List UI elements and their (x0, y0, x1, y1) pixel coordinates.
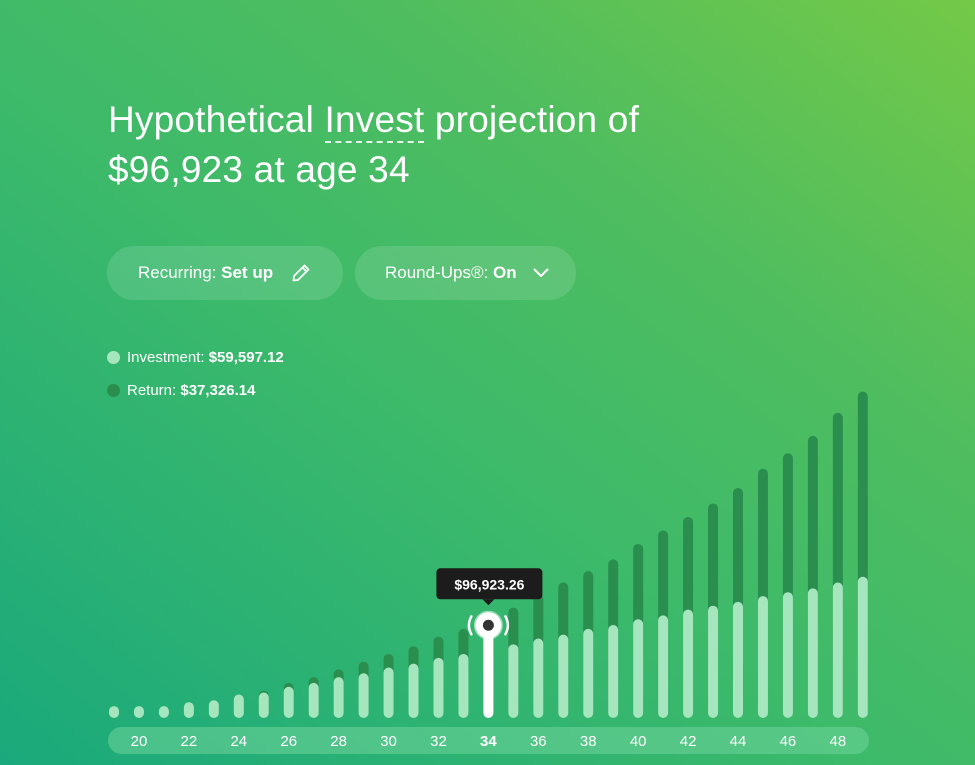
x-tick-label[interactable]: 30 (380, 733, 397, 750)
tooltip-value: $96,923.26 (454, 576, 524, 592)
x-tick-label[interactable]: 38 (580, 733, 597, 750)
selected-marker-dot (482, 619, 494, 631)
x-tick-label[interactable]: 22 (181, 733, 198, 750)
pulse-left-icon (467, 615, 473, 636)
tooltip-arrow (482, 599, 495, 606)
x-tick-label[interactable]: 44 (730, 733, 747, 750)
projection-chart[interactable]: $96,923.26 20 22 24 26 28 30 32 34 36 38 40 42 44 46 48 (0, 0, 975, 765)
x-tick-label[interactable]: 48 (829, 733, 846, 750)
x-tick-label[interactable]: 24 (230, 733, 247, 750)
x-tick-label[interactable]: 26 (280, 733, 297, 750)
pulse-right-icon (504, 615, 510, 636)
x-tick-label[interactable]: 20 (131, 733, 148, 750)
x-tick-label[interactable]: 40 (630, 733, 647, 750)
x-tick-label[interactable]: 34 (480, 733, 497, 750)
x-tick-label[interactable]: 46 (780, 733, 797, 750)
x-tick-label[interactable]: 42 (680, 733, 697, 750)
x-tick-label[interactable]: 28 (330, 733, 347, 750)
x-tick-label[interactable]: 32 (430, 733, 447, 750)
x-tick-label[interactable]: 36 (530, 733, 547, 750)
